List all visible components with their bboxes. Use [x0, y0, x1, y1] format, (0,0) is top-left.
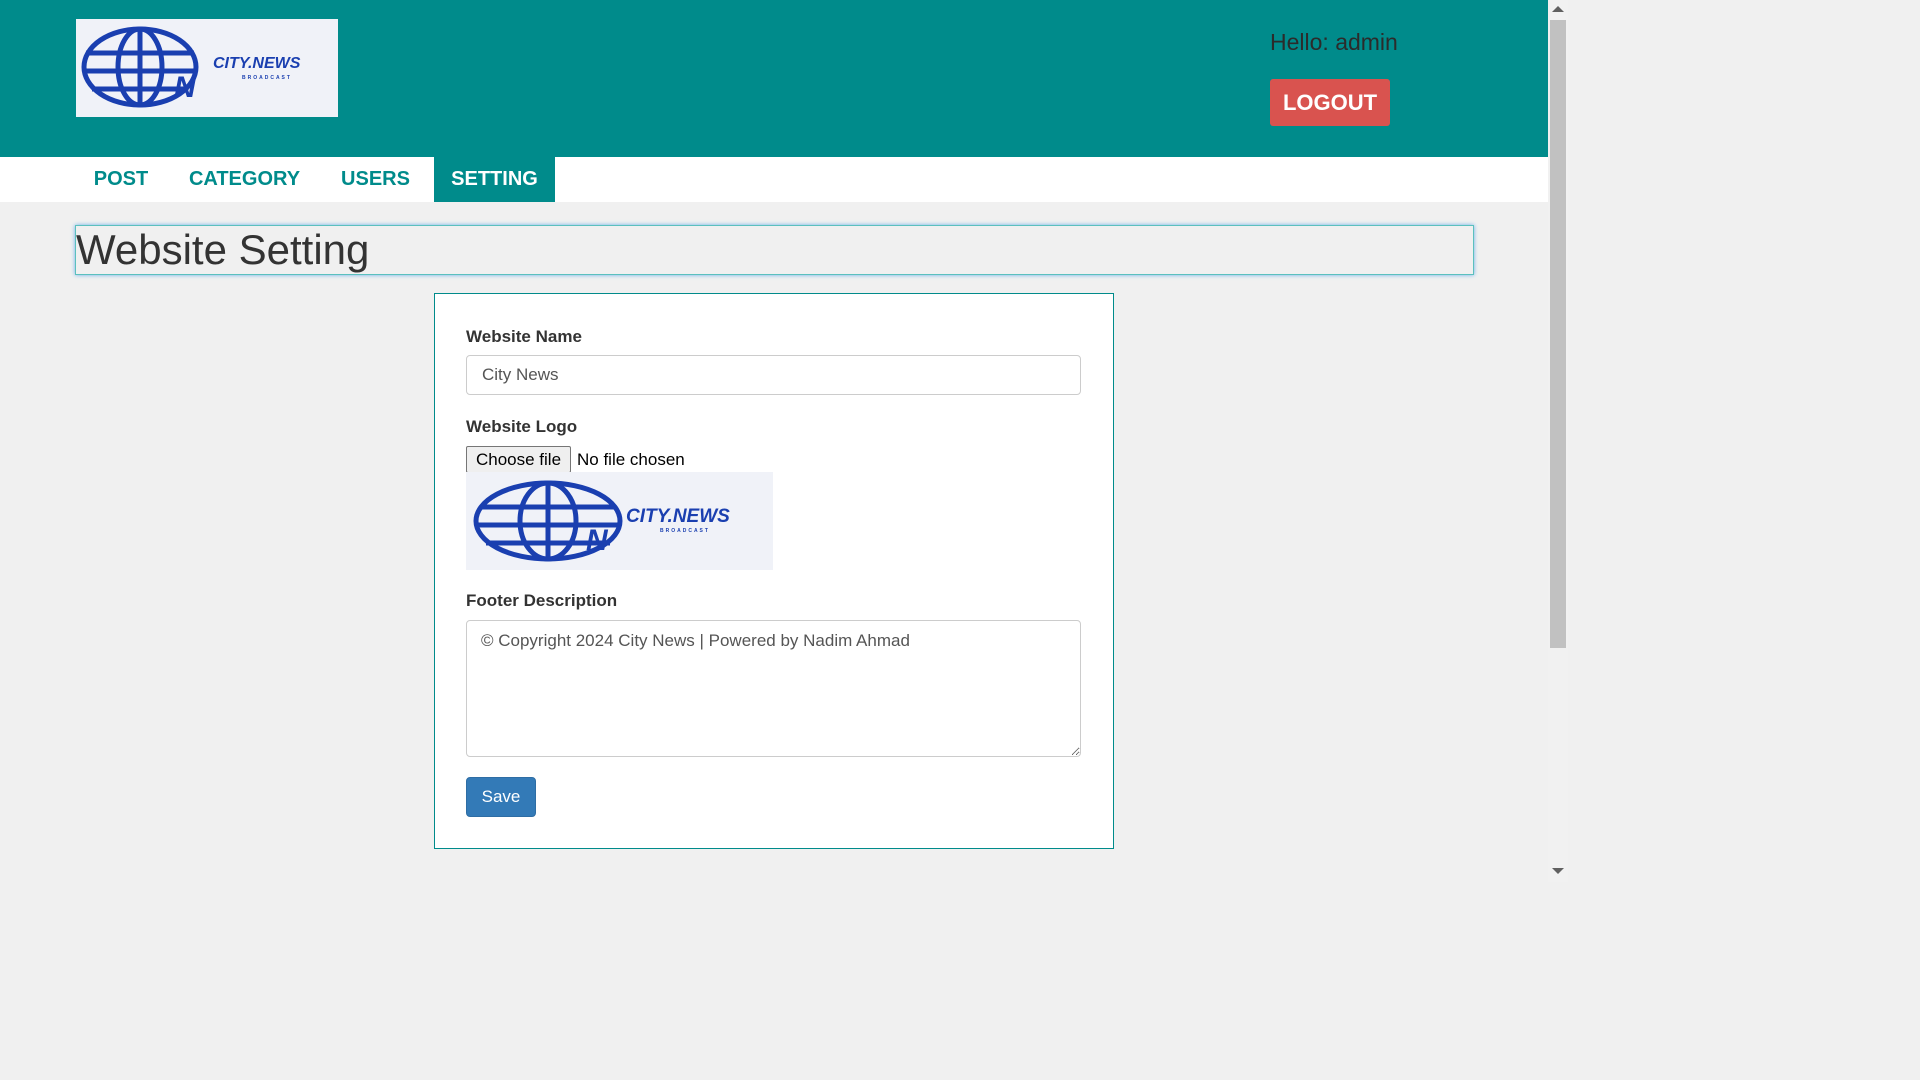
site-header: N CITY.NEWS BROADCAST Hello: admin LOGOU… — [0, 0, 1548, 157]
globe-icon: N CITY.NEWS BROADCAST — [81, 26, 301, 108]
choose-file-button[interactable]: Choose file — [466, 446, 571, 473]
scrollbar-thumb[interactable] — [1550, 20, 1566, 648]
vertical-scrollbar[interactable] — [1548, 0, 1568, 882]
logo-preview: N CITY.NEWS BROADCAST — [466, 472, 773, 570]
page-title: Website Setting — [76, 226, 370, 273]
scroll-up-arrow-icon[interactable] — [1552, 6, 1564, 12]
save-button[interactable]: Save — [466, 777, 536, 817]
svg-text:CITY.NEWS: CITY.NEWS — [213, 55, 301, 72]
settings-form: Website Name Website Logo Choose file No… — [434, 293, 1114, 849]
svg-text:N: N — [586, 524, 609, 557]
footer-description-label: Footer Description — [466, 591, 618, 610]
nav-item-users[interactable]: USERS — [323, 157, 428, 202]
svg-text:BROADCAST: BROADCAST — [242, 75, 292, 81]
user-greeting: Hello: admin — [1270, 29, 1398, 55]
svg-text:N: N — [174, 71, 197, 104]
website-name-input[interactable] — [466, 355, 1081, 395]
svg-text:BROADCAST: BROADCAST — [660, 528, 710, 534]
nav-item-post[interactable]: POST — [76, 157, 166, 202]
footer-description-textarea[interactable]: © Copyright 2024 City News | Powered by … — [466, 620, 1081, 757]
nav-item-category[interactable]: CATEGORY — [172, 157, 317, 202]
file-status: No file chosen — [577, 450, 685, 469]
svg-text:CITY.NEWS: CITY.NEWS — [626, 506, 730, 527]
main-nav: POST CATEGORY USERS SETTING — [0, 157, 1548, 202]
website-name-label: Website Name — [466, 327, 582, 346]
scroll-down-arrow-icon[interactable] — [1552, 868, 1564, 874]
logout-button[interactable]: LOGOUT — [1270, 79, 1390, 126]
nav-item-setting[interactable]: SETTING — [434, 157, 555, 202]
site-logo[interactable]: N CITY.NEWS BROADCAST — [76, 19, 338, 117]
page-title-box: Website Setting — [75, 225, 1474, 275]
globe-icon: N CITY.NEWS BROADCAST — [473, 480, 730, 562]
website-logo-label: Website Logo — [466, 417, 578, 436]
